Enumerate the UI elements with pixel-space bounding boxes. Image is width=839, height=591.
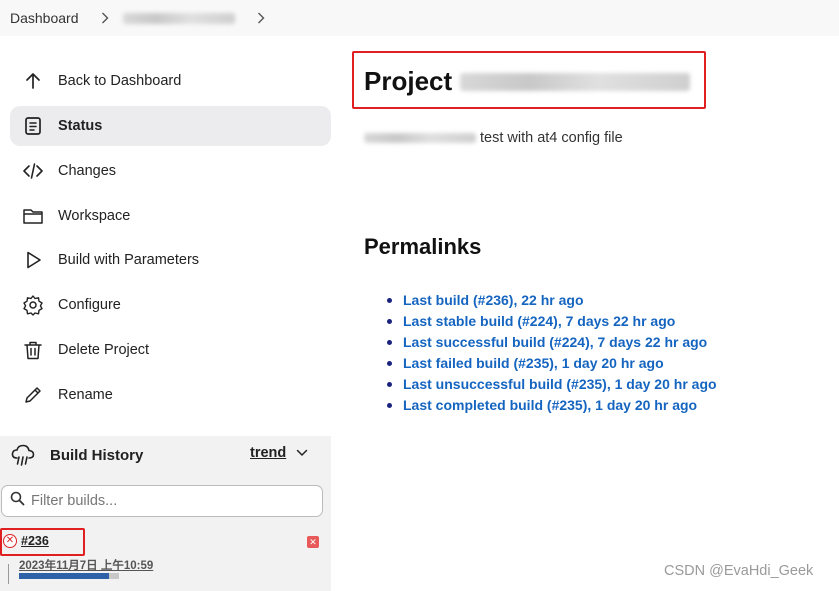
project-description: test with at4 config file bbox=[364, 130, 623, 146]
delete-build-icon[interactable]: ✕ bbox=[307, 536, 319, 548]
folder-icon bbox=[22, 205, 44, 227]
trash-icon bbox=[22, 339, 44, 361]
sidebar-item-label: Build with Parameters bbox=[58, 252, 200, 268]
build-number-link[interactable]: #236 bbox=[21, 534, 49, 548]
timeline-line bbox=[8, 564, 9, 584]
arrow-up-icon bbox=[22, 70, 44, 92]
sidebar: Back to Dashboard Status Changes Workspa… bbox=[0, 36, 340, 591]
chevron-right-icon bbox=[101, 12, 109, 24]
sidebar-item-label: Delete Project bbox=[58, 342, 150, 358]
permalink-last-successful-build[interactable]: Last successful build (#224), 7 days 22 … bbox=[387, 332, 717, 353]
build-history-title: Build History bbox=[50, 446, 144, 464]
build-time-link[interactable]: 2023年11月7日 上午10:59 bbox=[19, 557, 153, 573]
breadcrumb-job-redacted[interactable] bbox=[122, 12, 235, 24]
page-title-prefix: Project bbox=[364, 66, 453, 96]
gear-icon bbox=[22, 294, 44, 316]
project-name-redacted bbox=[460, 72, 691, 91]
sidebar-item-label: Configure bbox=[58, 297, 121, 313]
sidebar-item-label: Changes bbox=[58, 163, 117, 179]
build-history-row[interactable]: ✕ #236 ✕ 2023年11月7日 上午10:59 bbox=[0, 526, 331, 591]
sidebar-item-label: Rename bbox=[58, 387, 113, 403]
breadcrumb-dashboard[interactable]: Dashboard bbox=[10, 10, 79, 26]
trend-label: trend bbox=[250, 445, 287, 461]
permalink-last-completed-build[interactable]: Last completed build (#235), 1 day 20 hr… bbox=[387, 395, 717, 416]
page-title: Project bbox=[364, 66, 691, 97]
description-text: test with at4 config file bbox=[480, 130, 623, 146]
play-icon bbox=[22, 249, 44, 271]
sidebar-item-status[interactable]: Status bbox=[10, 106, 331, 146]
description-redacted bbox=[364, 133, 476, 143]
permalinks-list: Last build (#236), 22 hr ago Last stable… bbox=[387, 290, 717, 416]
search-icon bbox=[10, 491, 25, 511]
watermark: CSDN @EvaHdi_Geek bbox=[664, 563, 814, 579]
sidebar-item-configure[interactable]: Configure bbox=[10, 285, 331, 325]
permalink-last-stable-build[interactable]: Last stable build (#224), 7 days 22 hr a… bbox=[387, 311, 717, 332]
pencil-icon bbox=[22, 384, 44, 406]
permalink-last-build[interactable]: Last build (#236), 22 hr ago bbox=[387, 290, 717, 311]
permalink-last-unsuccessful-build[interactable]: Last unsuccessful build (#235), 1 day 20… bbox=[387, 374, 717, 395]
sidebar-item-label: Workspace bbox=[58, 208, 131, 224]
document-icon bbox=[22, 115, 44, 137]
sidebar-item-back-to-dashboard[interactable]: Back to Dashboard bbox=[10, 61, 331, 101]
chevron-down-icon[interactable] bbox=[296, 449, 308, 457]
failed-status-icon: ✕ bbox=[3, 534, 17, 548]
permalink-last-failed-build[interactable]: Last failed build (#235), 1 day 20 hr ag… bbox=[387, 353, 717, 374]
filter-builds-input[interactable] bbox=[31, 493, 311, 509]
build-progress-fill bbox=[19, 573, 109, 579]
sidebar-item-label: Status bbox=[58, 118, 103, 134]
code-icon bbox=[22, 160, 44, 182]
main-content: Project test with at4 config file Permal… bbox=[340, 36, 839, 591]
weather-cloud-rain-icon bbox=[10, 442, 36, 468]
sidebar-item-build-with-parameters[interactable]: Build with Parameters bbox=[10, 240, 331, 280]
permalinks-heading: Permalinks bbox=[364, 234, 482, 259]
breadcrumb: Dashboard bbox=[0, 0, 839, 36]
filter-builds-box[interactable] bbox=[1, 485, 323, 517]
build-filter-area bbox=[0, 474, 331, 526]
sidebar-item-delete-project[interactable]: Delete Project bbox=[10, 330, 331, 370]
sidebar-item-rename[interactable]: Rename bbox=[10, 375, 331, 415]
sidebar-item-workspace[interactable]: Workspace bbox=[10, 196, 331, 236]
trend-link[interactable]: trend bbox=[250, 445, 308, 461]
build-history-header: Build History trend bbox=[0, 436, 331, 474]
build-progress-bar bbox=[19, 573, 119, 579]
chevron-right-icon bbox=[257, 12, 265, 24]
sidebar-item-label: Back to Dashboard bbox=[58, 73, 182, 89]
sidebar-item-changes[interactable]: Changes bbox=[10, 151, 331, 191]
